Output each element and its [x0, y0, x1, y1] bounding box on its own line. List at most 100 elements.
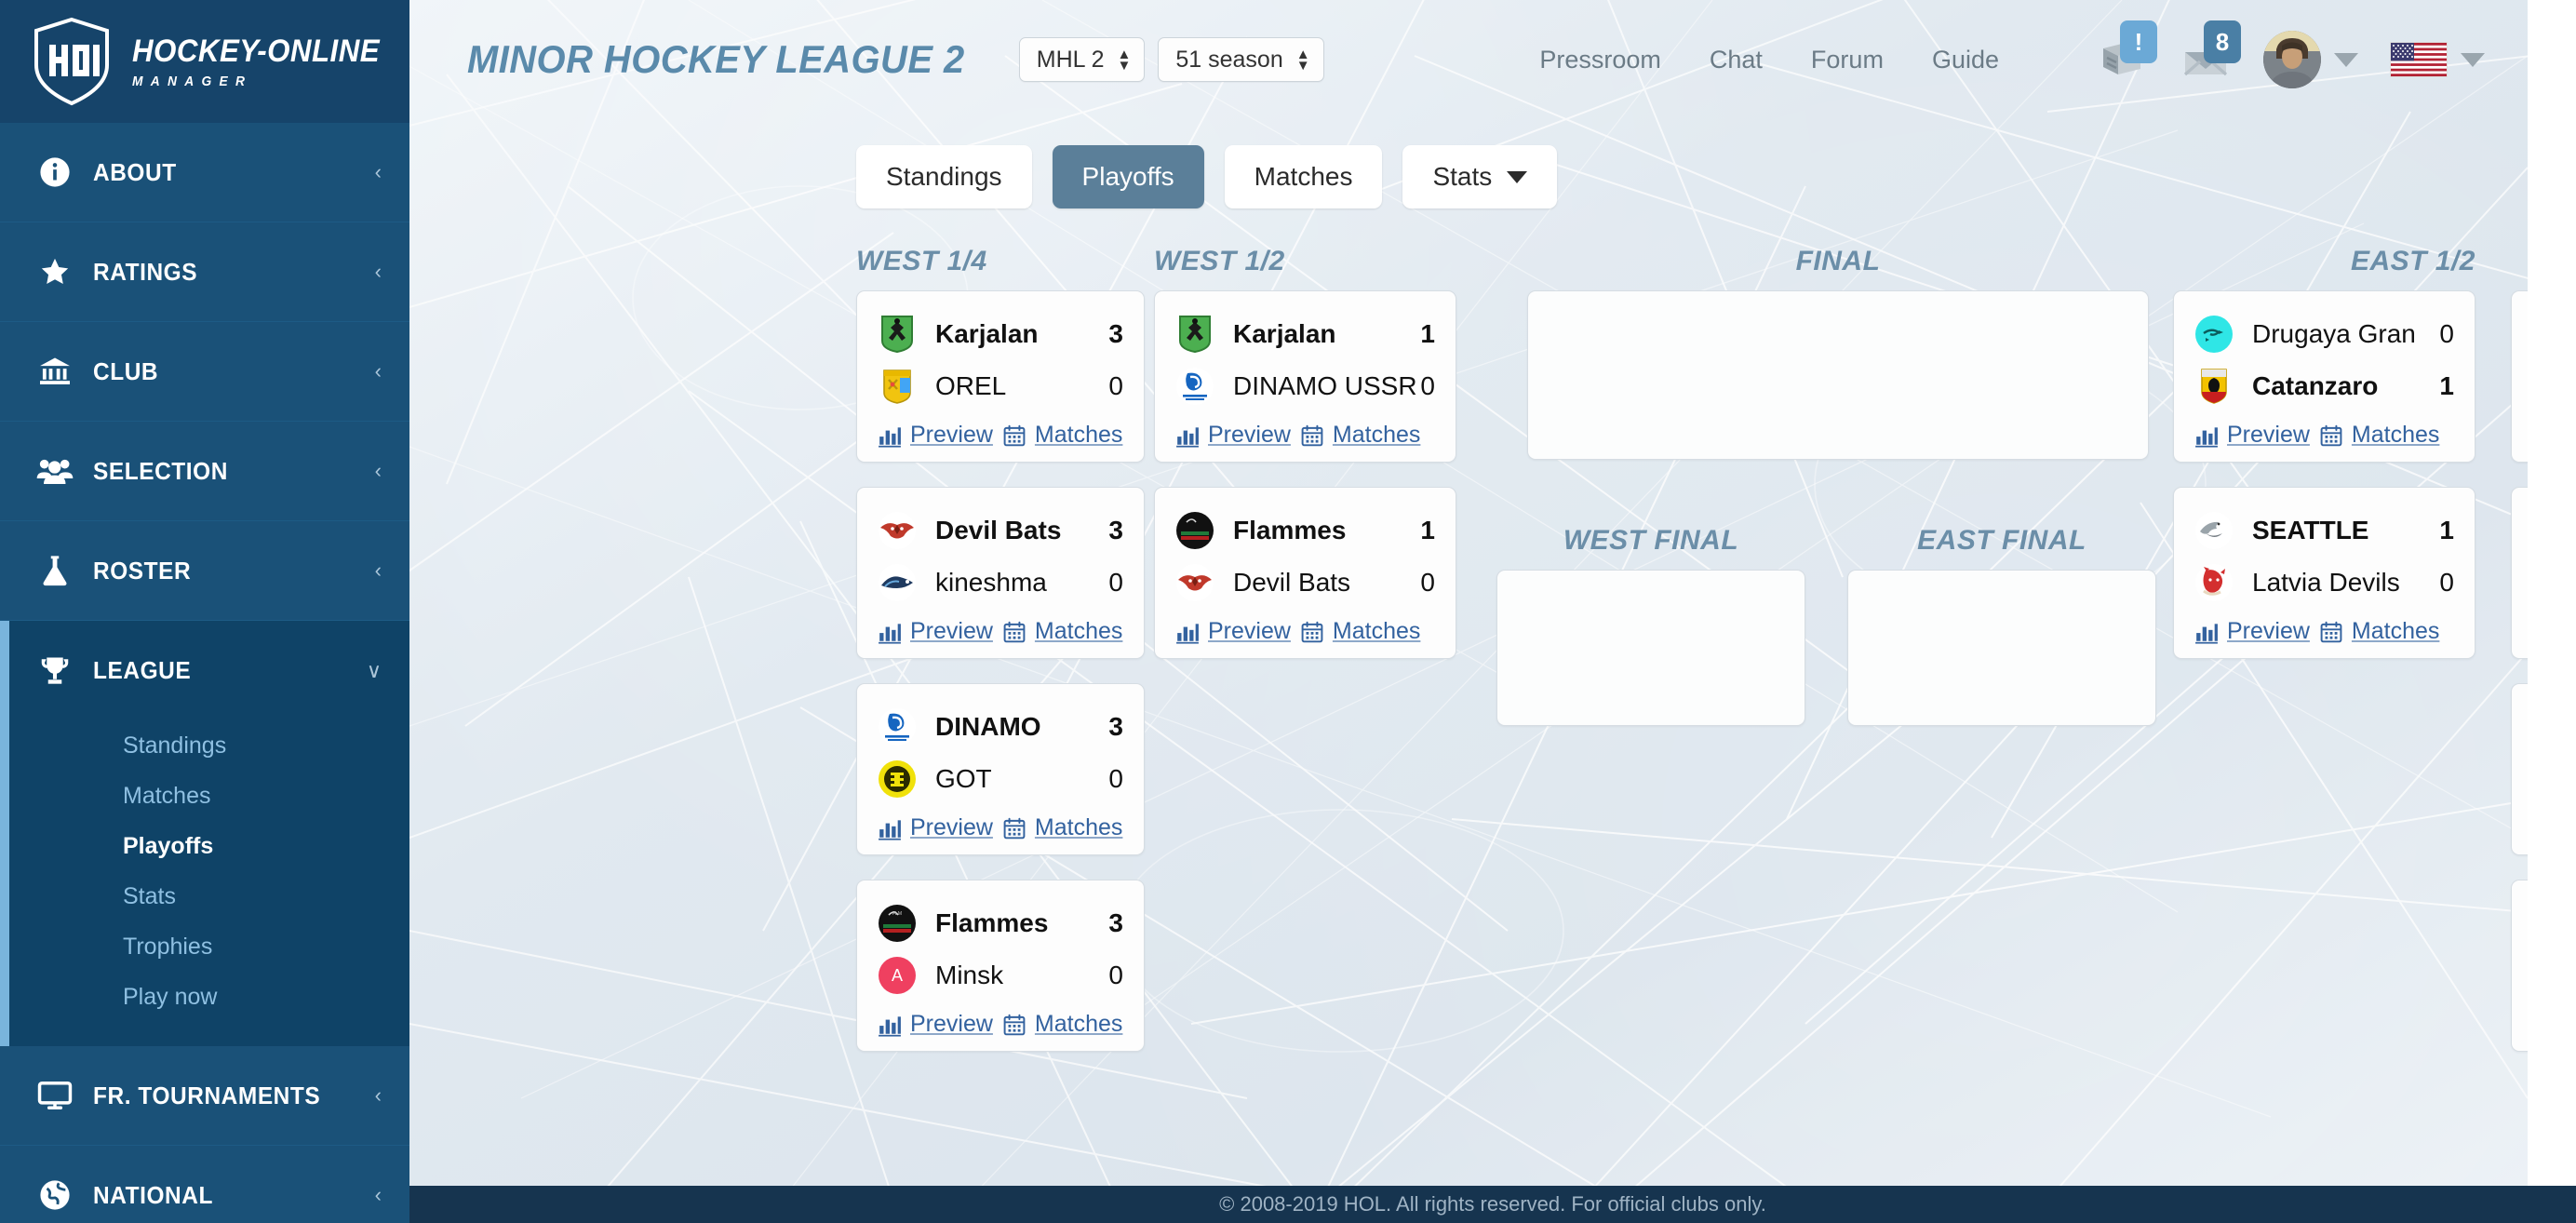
sidebar-item-ratings[interactable]: RATINGS ‹ [0, 222, 409, 322]
chevron-left-icon: ‹ [374, 260, 382, 283]
matches-label: Matches [2351, 422, 2440, 448]
team-name: kineshma [935, 568, 1047, 597]
league-select[interactable]: MHL 2 ▲ ▼ [1018, 37, 1146, 82]
submenu-item-standings[interactable]: Standings [9, 720, 409, 771]
page-title: MINOR HOCKEY LEAGUE 2 [467, 37, 965, 81]
matches-link[interactable]: Matches [2319, 618, 2439, 645]
team-logo-flammes: FLM [878, 904, 917, 943]
nav-link-forum[interactable]: Forum [1811, 46, 1884, 74]
messages-button[interactable]: 8 [2180, 20, 2241, 86]
sidebar-item-label: NATIONAL [93, 1180, 213, 1209]
match-card[interactable]: Karjalan 1 DINAMO USSR 0 Preview Matches [1154, 290, 1456, 463]
chevron-left-icon: ‹ [374, 1083, 382, 1107]
card-links: Preview Matches [878, 814, 1123, 841]
team-row: Karjalan 3 [878, 308, 1123, 360]
tab-stats[interactable]: Stats [1402, 145, 1558, 208]
info-circle-icon [35, 156, 74, 188]
sidebar-item-selection[interactable]: SELECTION ‹ [0, 422, 409, 521]
messages-badge: 8 [2204, 20, 2241, 63]
preview-link[interactable]: Preview [1175, 422, 1291, 449]
bracket-column-west-semi: WEST 1/2 Karjalan 1 DINAMO USSR 0 Previe… [1154, 246, 1456, 683]
team-score: 0 [1108, 371, 1123, 400]
west-final-empty-slot[interactable] [1496, 570, 1805, 726]
match-card[interactable]: DINAMO 3 GOT 0 Preview Matches [856, 683, 1145, 855]
sidebar-item-label: LEAGUE [93, 656, 192, 684]
league-submenu: Standings Matches Playoffs Stats Trophie… [9, 720, 409, 1046]
matches-link[interactable]: Matches [1002, 1011, 1122, 1038]
sidebar-item-league[interactable]: LEAGUE ∨ [9, 621, 409, 720]
tab-label: Stats [1432, 162, 1493, 191]
sidebar-item-roster[interactable]: ROSTER ‹ [0, 521, 409, 621]
preview-label: Preview [910, 1011, 993, 1037]
team-row: Karjalan 1 [1175, 308, 1435, 360]
sidebar-item-about[interactable]: ABOUT ‹ [0, 123, 409, 222]
submenu-item-playoffs[interactable]: Playoffs [9, 821, 409, 871]
nav-link-chat[interactable]: Chat [1710, 46, 1763, 74]
tab-matches[interactable]: Matches [1224, 145, 1383, 208]
bracket-column-final: FINAL [1522, 246, 2154, 460]
match-card[interactable]: Devil Bats 3 kineshma 0 Preview Matches [856, 487, 1145, 659]
match-card[interactable]: Flammes 1 Devil Bats 0 Preview Matches [1154, 487, 1456, 659]
preview-link[interactable]: Preview [878, 422, 993, 449]
us-flag-icon [2390, 42, 2448, 77]
column-heading: EAST 1/4 [2511, 246, 2528, 277]
tab-standings[interactable]: Standings [856, 145, 1032, 208]
column-heading: EAST 1/2 [2350, 246, 2475, 276]
team-name: GOT [935, 764, 992, 793]
team-name: Devil Bats [935, 516, 1062, 544]
matches-link[interactable]: Matches [1002, 618, 1122, 645]
card-links: Preview Matches [878, 618, 1123, 645]
east-final-empty-slot[interactable] [1847, 570, 2156, 726]
matches-link[interactable]: Matches [1300, 422, 1420, 449]
notifications-button[interactable]: ! [2096, 20, 2157, 86]
preview-link[interactable]: Preview [878, 618, 993, 645]
match-card[interactable]: Karjalan 3 OREL 0 Preview Matches [856, 290, 1145, 463]
nav-link-guide[interactable]: Guide [1932, 46, 1999, 74]
submenu-item-trophies[interactable]: Trophies [9, 921, 409, 972]
match-card[interactable]: SEATTLE 3 assetD 0 Preview Matches [2511, 880, 2528, 1052]
sidebar-item-fr-tournaments[interactable]: FR. TOURNAMENTS ‹ [0, 1046, 409, 1146]
tab-label: Matches [1254, 162, 1353, 191]
match-card[interactable]: Drugaya Gran 0 Catanzaro 1 Preview Match… [2173, 290, 2475, 463]
bracket-column-west-quarter: WEST 1/4 Karjalan 3 OREL 0 Preview Match… [856, 246, 1145, 1076]
calendar-icon [1003, 621, 1026, 642]
submenu-item-play-now[interactable]: Play now [9, 972, 409, 1022]
topbar: MINOR HOCKEY LEAGUE 2 MHL 2 ▲ ▼ 51 season… [409, 0, 2528, 119]
matches-link[interactable]: Matches [1002, 422, 1122, 449]
nav-link-pressroom[interactable]: Pressroom [1539, 46, 1661, 74]
match-card[interactable]: Drugaya Gran 3 TOR 1 Preview Matches [2511, 683, 2528, 855]
team-score: 0 [1108, 961, 1123, 989]
team-name: OREL [935, 371, 1007, 400]
preview-link[interactable]: Preview [2194, 422, 2310, 449]
match-card[interactable]: Catanzaro 3 Presov 0 Preview Matches [2511, 290, 2528, 463]
user-menu[interactable] [2263, 31, 2358, 88]
preview-link[interactable]: Preview [2194, 618, 2310, 645]
submenu-item-stats[interactable]: Stats [9, 871, 409, 921]
chevron-left-icon: ‹ [374, 359, 382, 383]
chevron-down-icon [2461, 52, 2485, 67]
match-card[interactable]: SEATTLE 1 Latvia Devils 0 Preview Matche… [2173, 487, 2475, 659]
language-selector[interactable] [2390, 42, 2485, 77]
match-card[interactable]: FLM Flammes 3 A Minsk 0 Preview Matches [856, 880, 1145, 1052]
matches-link[interactable]: Matches [1300, 618, 1420, 645]
preview-link[interactable]: Preview [878, 814, 993, 841]
matches-link[interactable]: Matches [2319, 422, 2439, 449]
brand-logo[interactable]: HOCKEY-ONLINE MANAGER [0, 0, 409, 123]
page-scrollbar[interactable] [2528, 0, 2576, 1186]
team-row: Devil Bats 3 [878, 504, 1123, 557]
sidebar-item-national[interactable]: NATIONAL ‹ [0, 1146, 409, 1223]
matches-label: Matches [1034, 422, 1123, 448]
submenu-item-matches[interactable]: Matches [9, 771, 409, 821]
preview-link[interactable]: Preview [1175, 618, 1291, 645]
match-card[interactable]: Kalmius 0 Latvia Devils 3 Preview Matche… [2511, 487, 2528, 659]
matches-link[interactable]: Matches [1002, 814, 1122, 841]
preview-link[interactable]: Preview [878, 1011, 993, 1038]
tab-playoffs[interactable]: Playoffs [1052, 145, 1204, 208]
sidebar-item-club[interactable]: CLUB ‹ [0, 322, 409, 422]
team-name: Flammes [1233, 516, 1347, 544]
brand-name: HOCKEY-ONLINE [132, 34, 381, 69]
team-name: Latvia Devils [2252, 568, 2400, 597]
matches-label: Matches [1034, 1011, 1123, 1037]
final-empty-slot[interactable] [1527, 290, 2149, 460]
season-select[interactable]: 51 season ▲ ▼ [1158, 37, 1324, 82]
